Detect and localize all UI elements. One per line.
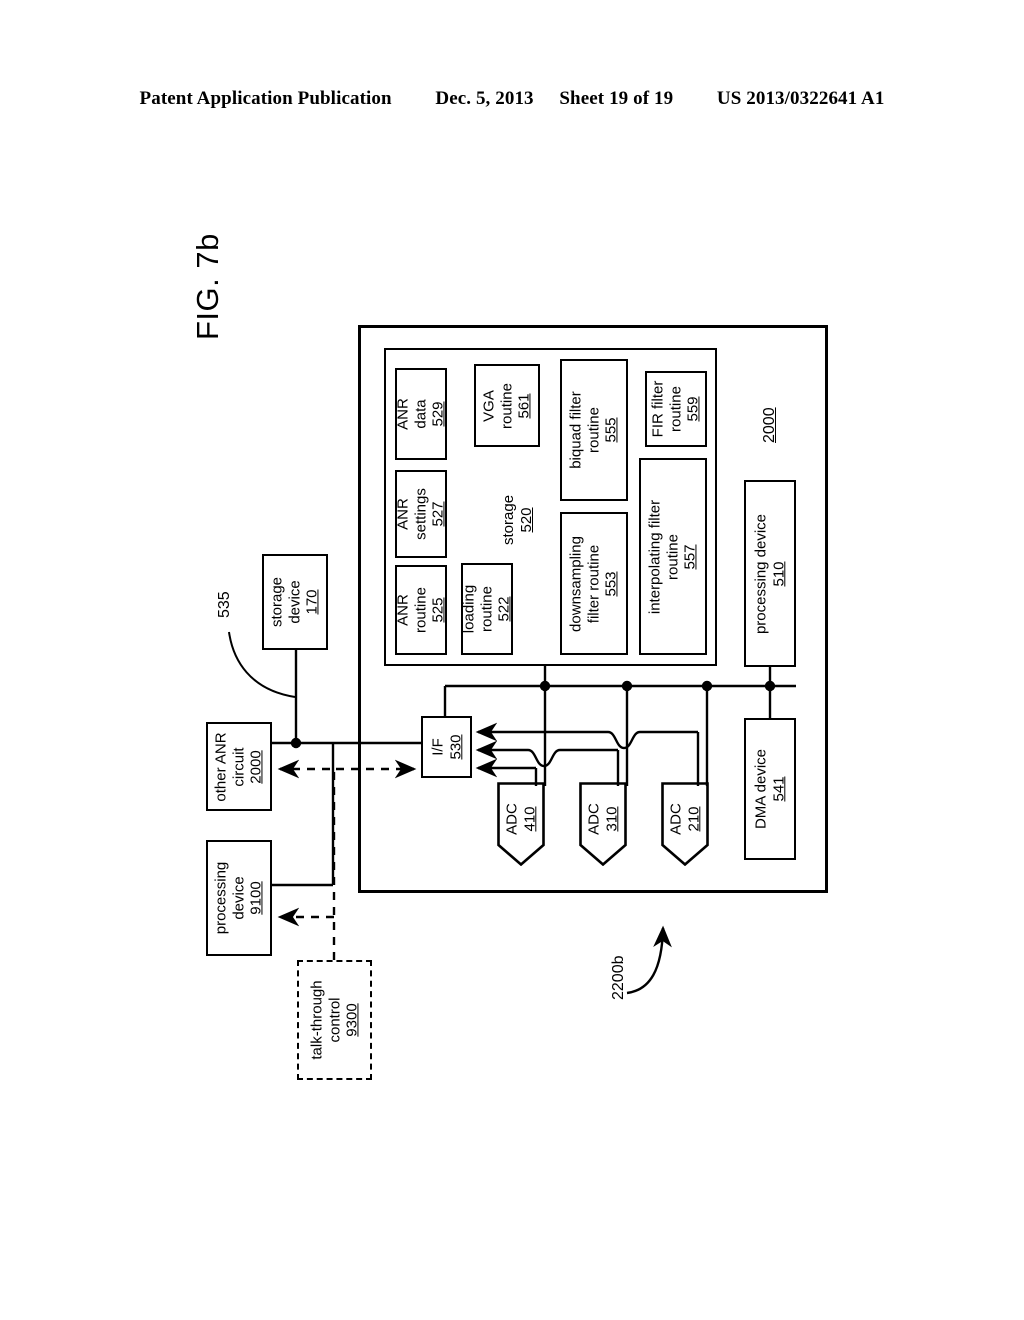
- block-storage-device-170-label: storage device 170: [268, 576, 321, 628]
- block-dma-device-label: DMA device 541: [752, 748, 787, 830]
- block-anr-routine-label: ANR routine 525: [394, 587, 447, 633]
- block-dma-device: DMA device 541: [744, 718, 796, 860]
- block-processing-device-9100-label: processing device 9100: [212, 861, 265, 935]
- block-anr-settings-label: ANR settings 527: [394, 488, 447, 540]
- block-downsampling-filter-routine: downsampling filter routine 553: [560, 512, 628, 655]
- block-vga-routine: VGA routine 561: [474, 364, 540, 447]
- block-biquad-filter-routine-label: biquad filter routine 555: [567, 391, 620, 469]
- block-adc-410: ADC 410: [497, 782, 545, 866]
- block-adc-410-label: ADC 410: [503, 803, 538, 835]
- block-anr-data-label: ANR data 529: [394, 398, 447, 430]
- block-adc-310-label: ADC 310: [585, 803, 620, 835]
- block-talk-through-control: talk-through control 9300: [297, 960, 372, 1080]
- block-loading-routine-label: loading routine 522: [460, 584, 513, 634]
- block-interpolating-filter-routine: interpolating filter routine 557: [639, 458, 707, 655]
- block-other-anr-circuit: other ANR circuit 2000: [206, 722, 272, 811]
- block-adc-310: ADC 310: [579, 782, 627, 866]
- block-anr-routine: ANR routine 525: [394, 565, 447, 655]
- block-interpolating-filter-routine-label: interpolating filter routine 557: [646, 499, 699, 614]
- block-processing-device-510-label: processing device 510: [752, 513, 787, 634]
- block-storage-device-170: storage device 170: [262, 554, 328, 650]
- block-vga-routine-label: VGA routine 561: [480, 382, 533, 429]
- block-interface-530-label: I/F 530: [428, 734, 464, 760]
- block-fir-filter-routine-label: FIR filter routine 559: [649, 380, 702, 438]
- system-ref-2200b: 2200b: [610, 955, 627, 1001]
- block-other-anr-circuit-label: other ANR circuit 2000: [212, 731, 265, 802]
- block-biquad-filter-routine: biquad filter routine 555: [560, 359, 628, 501]
- block-loading-routine: loading routine 522: [460, 563, 513, 655]
- block-downsampling-filter-routine-label: downsampling filter routine 553: [567, 535, 620, 632]
- block-adc-210: ADC 210: [661, 782, 709, 866]
- figure-canvas: FIG. 7b 2000 storage 520 ANR routine 525…: [0, 0, 1024, 1320]
- block-processing-device-9100: processing device 9100: [206, 840, 272, 956]
- block-adc-210-label: ADC 210: [667, 803, 702, 835]
- block-anr-data: ANR data 529: [394, 368, 447, 460]
- block-processing-device-510: processing device 510: [744, 480, 796, 667]
- block-anr-settings: ANR settings 527: [394, 470, 447, 558]
- figure-label: FIG. 7b: [190, 233, 225, 340]
- block-talk-through-control-label: talk-through control 9300: [307, 980, 361, 1060]
- lead-label-535: 535: [216, 591, 233, 618]
- block-interface-530: I/F 530: [421, 716, 472, 778]
- block-fir-filter-routine: FIR filter routine 559: [645, 371, 707, 447]
- outer-ref-2000: 2000: [761, 407, 778, 443]
- storage-container-label: storage 520: [500, 494, 535, 545]
